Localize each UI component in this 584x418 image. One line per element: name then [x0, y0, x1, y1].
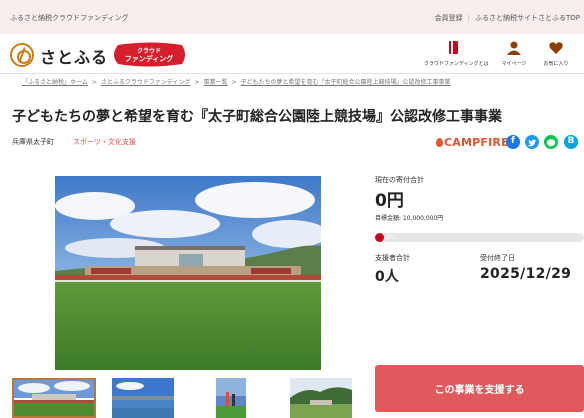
supporters-label: 支援者合計: [375, 254, 410, 262]
nav-favorites[interactable]: お気に入り: [530, 40, 582, 70]
person-icon: [507, 41, 521, 55]
goal-amount: 目標金額: 10,000,000円: [375, 215, 444, 222]
nav-about-label: クラウドファンディングとは: [424, 61, 489, 67]
support-button[interactable]: この事業を支援する: [375, 365, 584, 412]
top-bar: ふるさと納税クラウドファンディング 会員登録 | ふるさと納税サイトさとふるTOP: [0, 0, 584, 34]
line-icon[interactable]: [544, 135, 558, 149]
facebook-icon[interactable]: f: [506, 135, 520, 149]
thumbnail-2[interactable]: [112, 378, 174, 418]
category-link[interactable]: スポーツ・文化支援: [73, 137, 136, 147]
breadcrumb-home[interactable]: 「ふるさと納税」ホーム: [22, 79, 88, 86]
satofull-top-link[interactable]: ふるさと納税サイトさとふるTOP: [475, 14, 580, 22]
breadcrumb-crowdfunding[interactable]: さとふるクラウドファンディング: [101, 79, 191, 86]
thumbnail-1[interactable]: [12, 378, 96, 418]
municipality-link[interactable]: 兵庫県太子町: [12, 137, 54, 147]
thumbnail-3[interactable]: [216, 378, 246, 418]
progress-bar: 0%: [375, 233, 584, 242]
badge-line2: ファンディング: [124, 55, 174, 63]
hatena-icon[interactable]: B: [564, 135, 578, 149]
site-name: ふるさと納税クラウドファンディング: [10, 14, 129, 22]
satofull-logo-icon[interactable]: [10, 43, 34, 67]
progress-percent: 0%: [386, 234, 396, 241]
supporters-count: 0人: [375, 269, 399, 285]
current-amount-label: 現在の寄付合計: [375, 176, 424, 184]
heart-icon: [549, 42, 563, 54]
breadcrumb-current[interactable]: 子どもたちの夢と希望を育む『太子町総合公園陸上競技場』公認改修工事事業: [241, 79, 451, 86]
main-photo-stadium[interactable]: [55, 176, 321, 370]
project-title: 子どもたちの夢と希望を育む『太子町総合公園陸上競技場』公認改修工事事業: [12, 109, 502, 125]
header-divider: [0, 73, 584, 74]
nav-favorites-label: お気に入り: [543, 61, 569, 67]
campfire-logo[interactable]: CAMPFIRE: [436, 136, 509, 149]
progress-fill: [375, 233, 384, 242]
breadcrumb-project-list[interactable]: 事業一覧: [203, 79, 227, 86]
campfire-flame-icon: [436, 138, 443, 147]
current-amount: 0円: [375, 191, 404, 211]
campfire-text: CAMPFIRE: [444, 136, 509, 149]
register-link[interactable]: 会員登録: [435, 14, 463, 22]
breadcrumb: 「ふるさと納税」ホーム > さとふるクラウドファンディング > 事業一覧 > 子どもたちの夢…: [22, 79, 451, 86]
book-icon: [449, 41, 458, 54]
twitter-icon[interactable]: [525, 135, 539, 149]
end-date: 2025/12/29: [480, 266, 572, 282]
end-date-label: 受付終了日: [480, 254, 515, 262]
top-links: 会員登録 | ふるさと納税サイトさとふるTOP: [434, 14, 580, 22]
nav-about-crowdfunding[interactable]: クラウドファンディングとは: [424, 40, 489, 70]
crowdfunding-badge[interactable]: クラウド ファンディング: [112, 42, 186, 68]
thumbnail-4[interactable]: [290, 378, 352, 418]
logo-text[interactable]: さとふる: [40, 44, 108, 68]
